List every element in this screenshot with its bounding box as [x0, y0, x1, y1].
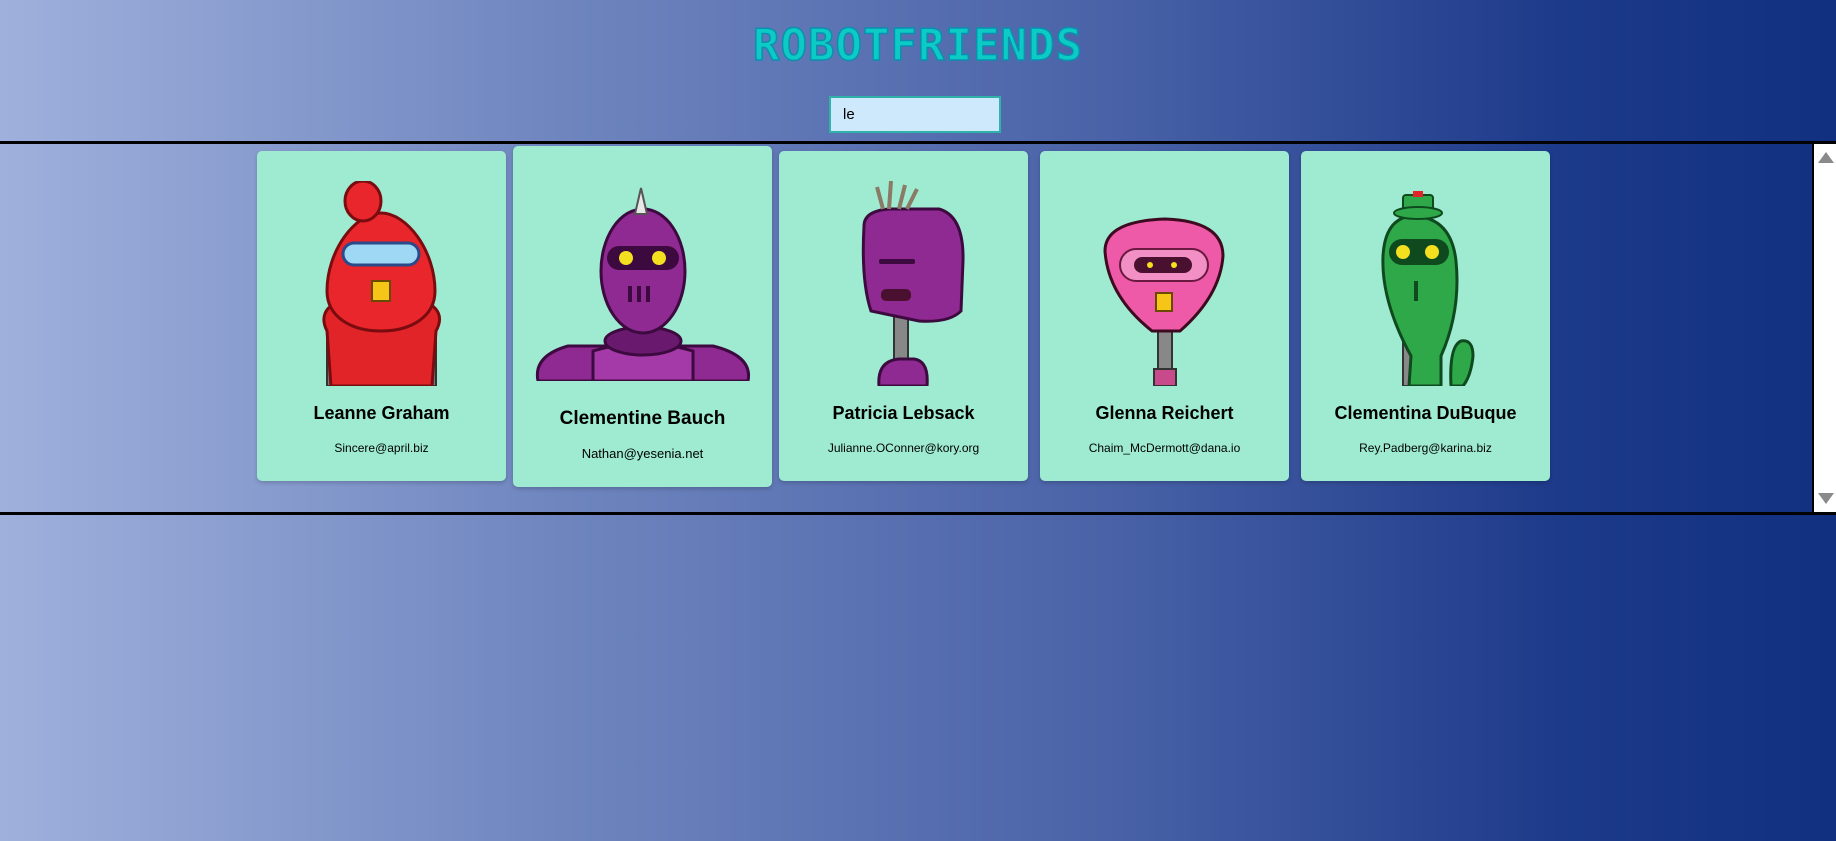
robot-avatar: [1301, 181, 1550, 386]
scroll-down-arrow-icon[interactable]: [1818, 493, 1834, 504]
robot-name: Glenna Reichert: [1095, 403, 1234, 423]
app-title: ROBOTFRIENDS: [752, 19, 1083, 72]
robot-email: Sincere@april.biz: [334, 441, 429, 455]
search-input[interactable]: [829, 96, 1001, 133]
robot-card[interactable]: Leanne Graham Sincere@april.biz: [257, 151, 506, 481]
robot-name: Patricia Lebsack: [832, 403, 975, 423]
robot-email: Chaim_McDermott@dana.io: [1088, 441, 1241, 455]
card-list-scroll-container[interactable]: Leanne Graham Sincere@april.biz Clementi…: [0, 141, 1836, 515]
robot-card[interactable]: Glenna Reichert Chaim_McDermott@dana.io: [1040, 151, 1289, 481]
scroll-up-arrow-icon[interactable]: [1818, 152, 1834, 163]
robot-card[interactable]: Clementina DuBuque Rey.Padberg@karina.bi…: [1301, 151, 1550, 481]
robot-avatar: [513, 176, 772, 381]
robot-avatar: [779, 181, 1028, 386]
robot-card[interactable]: Clementine Bauch Nathan@yesenia.net: [513, 146, 772, 487]
robot-email: Nathan@yesenia.net: [581, 446, 704, 461]
robot-avatar: [1040, 181, 1289, 386]
robot-name: Clementina DuBuque: [1334, 403, 1517, 423]
vertical-scrollbar[interactable]: [1812, 144, 1836, 512]
robot-email: Rey.Padberg@karina.biz: [1359, 441, 1492, 455]
robot-email: Julianne.OConner@kory.org: [827, 441, 980, 455]
robot-name: Leanne Graham: [313, 403, 450, 423]
robot-card[interactable]: Patricia Lebsack Julianne.OConner@kory.o…: [779, 151, 1028, 481]
robot-avatar: [257, 181, 506, 386]
robot-name: Clementine Bauch: [559, 408, 726, 429]
